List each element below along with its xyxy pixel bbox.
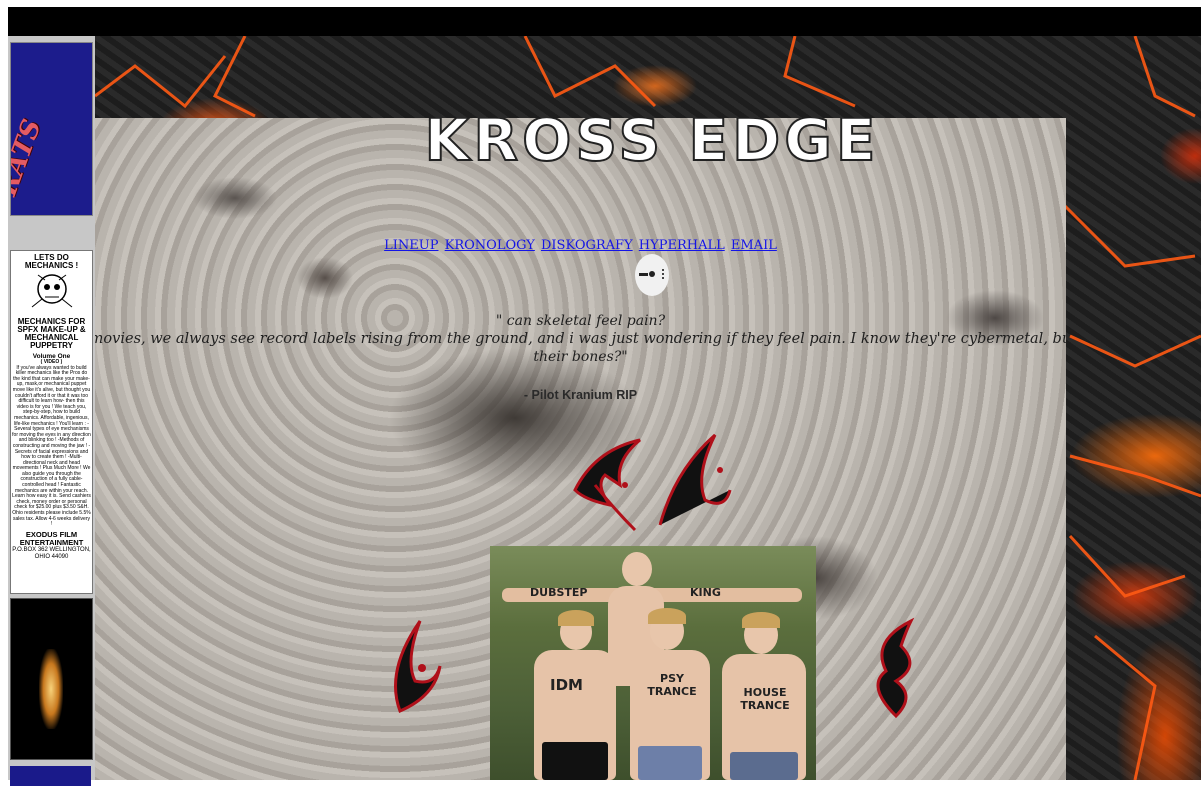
- logo-graphic: KROSS EDGE: [423, 118, 879, 175]
- bottom-banner[interactable]: [10, 766, 91, 786]
- band-member-shorts: [638, 746, 702, 780]
- rats-logo: RATS: [10, 115, 48, 200]
- nav-diskografy[interactable]: DISKOGRAFY: [541, 238, 633, 253]
- nav-hyperhall[interactable]: HYPERHALL: [639, 238, 725, 253]
- top-bar: [8, 7, 1201, 36]
- scrawl-king: KING: [690, 586, 721, 599]
- nav-lineup[interactable]: LINEUP: [384, 238, 438, 253]
- rats-banner[interactable]: RATS: [10, 42, 93, 216]
- glyph-pair-icon: [573, 433, 732, 532]
- ad-address: P.O.BOX 362 WELLINGTON, OHIO 44090: [12, 546, 91, 560]
- glyph-left-icon: [394, 620, 442, 713]
- site-logo: KROSS EDGE: [417, 118, 887, 180]
- sidebar: RATS LETS DO MECHANICS ! MECHANICS FOR S…: [8, 36, 95, 786]
- scrawl-idm: IDM: [550, 676, 583, 694]
- nav-kronology[interactable]: KRONOLOGY: [445, 238, 535, 253]
- band-member-hair: [558, 610, 594, 626]
- quote-body-line2: their bones?": [533, 349, 628, 365]
- scrawl-dubstep: DUBSTEP: [530, 586, 588, 599]
- logo-text: KROSS EDGE: [424, 118, 879, 174]
- scrawl-house-trance: HOUSE TRANCE: [740, 686, 790, 712]
- main-panel: KROSS EDGE LINEUP KRONOLOGY DISKOGRAFY H…: [95, 118, 1066, 780]
- scrawl-psy-trance: PSY TRANCE: [647, 672, 697, 698]
- glyph-right-icon: [876, 617, 915, 719]
- band-member-shorts: [542, 742, 608, 780]
- quote-block: " can skeletal feel pain? In movies, we …: [95, 312, 1066, 366]
- quote-author: - Pilot Kranium RIP: [523, 388, 638, 402]
- play-icon[interactable]: [649, 271, 655, 277]
- play-bar: [639, 273, 648, 276]
- skull-mechanic-icon: [31, 274, 72, 308]
- band-member-shorts: [730, 752, 798, 780]
- quote-question: " can skeletal feel pain?: [495, 313, 666, 329]
- flame-image: [39, 649, 63, 729]
- band-member-head: [622, 552, 652, 586]
- band-member-hair: [742, 612, 780, 628]
- ad-title: MECHANICS FOR SPFX MAKE-UP & MECHANICAL …: [17, 317, 86, 350]
- main-nav: LINEUP KRONOLOGY DISKOGRAFY HYPERHALL EM…: [95, 238, 1066, 254]
- more-options-icon[interactable]: [662, 269, 664, 280]
- quote-body-line1: In movies, we always see record labels r…: [95, 331, 1066, 347]
- band-photo: DUBSTEP KING IDM PSY TRANCE HOUSE TRANCE: [490, 546, 816, 780]
- nav-email[interactable]: EMAIL: [731, 238, 777, 253]
- band-member-hair: [648, 608, 686, 624]
- audio-player[interactable]: [635, 254, 669, 296]
- flame-banner[interactable]: [10, 598, 93, 760]
- ad-body: If you've always wanted to build killer …: [12, 364, 91, 528]
- mechanics-ad[interactable]: LETS DO MECHANICS ! MECHANICS FOR SPFX M…: [10, 250, 93, 594]
- ad-company: EXODUS FILM ENTERTAINMENT: [19, 529, 84, 547]
- ad-headline: LETS DO MECHANICS !: [24, 253, 79, 270]
